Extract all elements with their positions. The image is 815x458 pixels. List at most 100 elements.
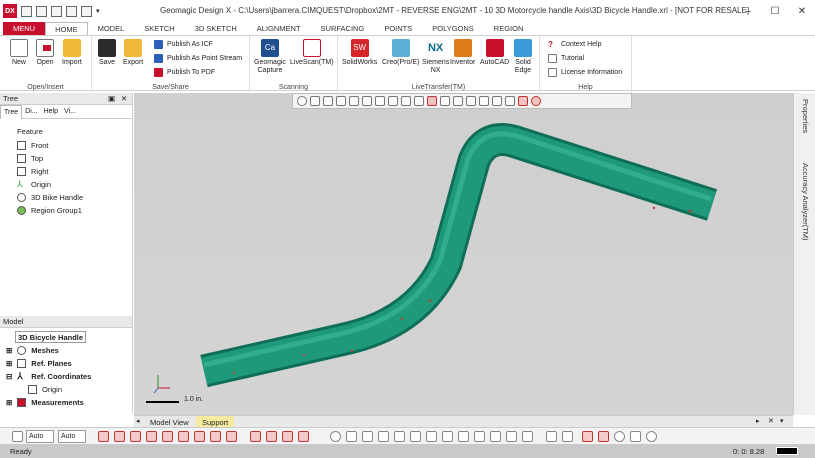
import-button[interactable]: Import [62, 39, 82, 67]
tab-alignment[interactable]: ALIGNMENT [247, 22, 311, 35]
tree-item-region-group[interactable]: Region Group1 [17, 204, 82, 216]
tab-menu[interactable]: MENU [3, 22, 46, 35]
tab-region[interactable]: REGION [484, 22, 534, 35]
minimize-button[interactable]: – [735, 3, 761, 19]
tab-points[interactable]: POINTS [374, 22, 422, 35]
model-root-item[interactable]: 3D Bicycle Handle [15, 331, 87, 343]
tree-item-top[interactable]: Top [17, 152, 43, 164]
filter-icon-7[interactable] [194, 431, 205, 442]
tab-polygons[interactable]: POLYGONS [422, 22, 484, 35]
rectangle-select-icon[interactable] [427, 96, 437, 106]
quick-access-dropdown-icon[interactable]: ▾ [96, 6, 107, 17]
line-select-icon[interactable] [414, 96, 424, 106]
publish-point-stream-button[interactable]: Publish As Point Stream [154, 54, 242, 63]
view-dropdown-icon[interactable]: ▾ [780, 417, 784, 425]
filter-icon-9[interactable] [226, 431, 237, 442]
tab-model[interactable]: MODEL [88, 22, 135, 35]
zoom-window-icon[interactable] [378, 431, 389, 442]
save-button[interactable]: Save [98, 39, 116, 67]
tree-item-origin[interactable]: ⅄ Origin [17, 178, 51, 190]
properties-tab[interactable]: Properties [801, 99, 810, 133]
checkbox-icon[interactable] [28, 384, 37, 394]
paintbrush-select-icon[interactable] [479, 96, 489, 106]
geomagic-capture-button[interactable]: Ca Geomagic Capture [254, 39, 286, 75]
open-button[interactable]: Open [36, 39, 54, 67]
tab-surfacing[interactable]: SURFACING [311, 22, 375, 35]
pan-icon[interactable] [346, 431, 357, 442]
maximize-button[interactable]: ☐ [762, 3, 788, 19]
select-mode-dropdown[interactable]: Auto [26, 430, 54, 443]
filter-icon-1[interactable] [98, 431, 109, 442]
filter-icon-5[interactable] [162, 431, 173, 442]
extension-select-icon[interactable] [492, 96, 502, 106]
accuracy-analyzer-tab[interactable]: Accuracy Analyzer(TM) [801, 163, 810, 241]
model-item-ref-coordinates[interactable]: ⊟ ⅄ Ref. Coordinates [6, 370, 91, 382]
collapse-icon[interactable]: ⊟ [6, 372, 12, 381]
circle-select-icon[interactable] [440, 96, 450, 106]
view-back-icon[interactable] [426, 431, 437, 442]
tab-home[interactable]: HOME [45, 22, 88, 35]
filter-icon-3[interactable] [130, 431, 141, 442]
filter-icon-4[interactable] [146, 431, 157, 442]
tree-item-3d-bike-handle[interactable]: 3D Bike Handle [17, 191, 83, 203]
creo-button[interactable]: Creo(Pro/E) [382, 39, 419, 67]
scroll-right-icon[interactable]: ▸ [756, 417, 760, 425]
visible-only-icon[interactable] [518, 96, 528, 106]
eye-icon[interactable] [531, 96, 541, 106]
snap-icon[interactable] [12, 431, 23, 442]
context-help-button[interactable]: ? Context Help [548, 40, 601, 49]
view-top-icon[interactable] [474, 431, 485, 442]
pin-icon[interactable]: ▣ [108, 94, 115, 103]
shaded-icon[interactable] [362, 96, 372, 106]
tab-view[interactable]: Vi... [61, 105, 79, 119]
display-options-icon[interactable] [546, 431, 557, 442]
autocad-button[interactable]: AutoCAD [480, 39, 509, 67]
filter-icon-10[interactable] [250, 431, 261, 442]
filter-icon-8[interactable] [210, 431, 221, 442]
new-button[interactable]: New [10, 39, 28, 67]
point-display-icon[interactable] [614, 431, 625, 442]
model-item-meshes[interactable]: ⊞ Meshes [6, 344, 59, 356]
view-front-icon[interactable] [410, 431, 421, 442]
model-item-ref-planes[interactable]: ⊞ Ref. Planes [6, 357, 72, 369]
license-info-button[interactable]: License Information [548, 68, 622, 77]
zoom-fit-icon[interactable] [330, 431, 341, 442]
publish-icf-button[interactable]: Publish As ICF [154, 40, 213, 49]
model-item-measurements[interactable]: ⊞ Measurements [6, 396, 84, 408]
mesh-display-icon[interactable] [582, 431, 593, 442]
normal-to-icon[interactable] [522, 431, 533, 442]
new-file-icon[interactable] [21, 5, 32, 17]
lasso-select-icon[interactable] [466, 96, 476, 106]
3d-viewport[interactable]: 1.0 in. [134, 93, 793, 415]
cube-view-icon[interactable] [310, 96, 320, 106]
filter-icon-12[interactable] [282, 431, 293, 442]
close-panel-icon[interactable]: ✕ [121, 94, 127, 103]
deviation-icon[interactable] [598, 431, 609, 442]
solid-edge-button[interactable]: Solid Edge [514, 39, 532, 75]
select-filter-dropdown[interactable]: Auto [58, 430, 86, 443]
livescan-button[interactable]: LiveScan(TM) [290, 39, 334, 67]
tab-help[interactable]: Help [41, 105, 61, 119]
export-button[interactable]: Export [123, 39, 143, 67]
tutorial-button[interactable]: Tutorial [548, 54, 584, 63]
wireframe-icon[interactable] [375, 96, 385, 106]
solidworks-button[interactable]: SW SolidWorks [342, 39, 377, 67]
publish-pdf-button[interactable]: Publish To PDF [154, 68, 215, 77]
filter-icon-13[interactable] [298, 431, 309, 442]
app-logo-icon[interactable]: DX [3, 4, 17, 18]
box-select-icon[interactable] [336, 96, 346, 106]
lighting-icon[interactable] [646, 431, 657, 442]
handle-mesh-render[interactable] [134, 93, 793, 415]
filter-icon-6[interactable] [178, 431, 189, 442]
tab-3d-sketch[interactable]: 3D SKETCH [185, 22, 247, 35]
view-bottom-icon[interactable] [490, 431, 501, 442]
expand-icon[interactable]: ⊞ [6, 346, 12, 355]
tab-sketch[interactable]: SKETCH [134, 22, 184, 35]
open-file-icon[interactable] [36, 5, 47, 17]
display-dropdown-icon[interactable] [562, 431, 573, 442]
section-icon[interactable] [401, 96, 411, 106]
tab-tree[interactable]: Tree [0, 104, 23, 119]
zoom-icon[interactable] [394, 431, 405, 442]
view-right-icon[interactable] [458, 431, 469, 442]
tree-item-front[interactable]: Front [17, 139, 49, 151]
